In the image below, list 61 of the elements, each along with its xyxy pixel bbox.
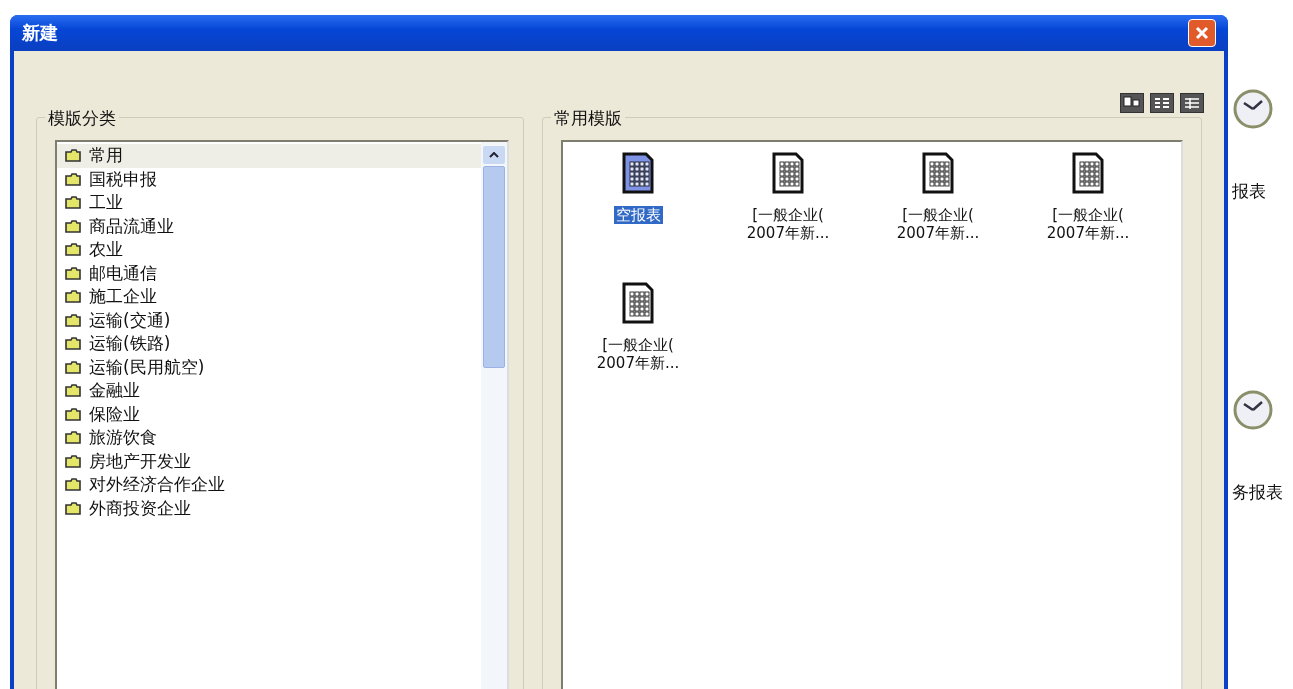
category-item[interactable]: 保险业 [57,402,481,426]
spreadsheet-icon [621,282,655,324]
spreadsheet-icon [921,152,955,194]
category-item[interactable]: 农业 [57,238,481,262]
list-view-button[interactable] [1150,93,1174,113]
large-icons-view-button[interactable] [1120,93,1144,113]
template-item[interactable]: [一般企业( 2007年新... [594,336,682,372]
folder-icon [65,360,81,374]
shortcut-label: 务报表 [1232,480,1284,504]
folder-icon [65,454,81,468]
close-button[interactable] [1188,19,1216,47]
category-item[interactable]: 外商投资企业 [57,496,481,520]
scrollbar[interactable] [481,142,507,689]
template-item[interactable]: [一般企业( 2007年新... [894,206,982,242]
spreadsheet-icon [1071,152,1105,194]
folder-icon [65,219,81,233]
category-item[interactable]: 旅游饮食 [57,426,481,450]
caret-up-icon [489,152,499,158]
folder-icon [65,313,81,327]
folder-icon [65,196,81,210]
large-icons-icon [1123,96,1141,110]
folder-icon [65,149,81,163]
scroll-up-button[interactable] [483,146,505,164]
template-item[interactable]: [一般企业( 2007年新... [1044,206,1132,242]
scroll-thumb[interactable] [483,166,505,368]
folder-icon [65,337,81,351]
spreadsheet-icon [621,152,655,194]
group-legend: 常用模版 [551,107,625,130]
folder-icon [65,501,81,515]
folder-icon [65,172,81,186]
details-view-button[interactable] [1180,93,1204,113]
category-item[interactable]: 国税申报 [57,167,481,191]
category-item[interactable]: 金融业 [57,379,481,403]
folder-icon [65,431,81,445]
folder-icon [65,243,81,257]
shortcut-label: 报表 [1232,180,1267,203]
template-item[interactable]: 空报表 [613,206,663,224]
category-item[interactable]: 运输(民用航空) [57,355,481,379]
group-legend: 模版分类 [45,107,119,130]
folder-icon [65,478,81,492]
category-item[interactable]: 常用 [57,144,481,168]
category-item[interactable]: 房地产开发业 [57,449,481,473]
clock-icon [1232,88,1274,130]
category-item[interactable]: 对外经济合作企业 [57,473,481,497]
category-item[interactable]: 商品流通业 [57,214,481,238]
details-icon [1183,96,1201,110]
category-item[interactable]: 邮电通信 [57,261,481,285]
folder-icon [65,384,81,398]
category-item[interactable]: 运输(交通) [57,308,481,332]
list-icon [1153,96,1171,110]
clock-icon [1232,388,1274,431]
folder-icon [65,266,81,280]
spreadsheet-icon [771,152,805,194]
window-title: 新建 [22,21,58,45]
folder-icon [65,407,81,421]
category-item[interactable]: 施工企业 [57,285,481,309]
folder-icon [65,290,81,304]
close-icon [1194,25,1210,41]
template-item[interactable]: [一般企业( 2007年新... [744,206,832,242]
category-item[interactable]: 运输(铁路) [57,332,481,356]
category-item[interactable]: 工业 [57,191,481,215]
